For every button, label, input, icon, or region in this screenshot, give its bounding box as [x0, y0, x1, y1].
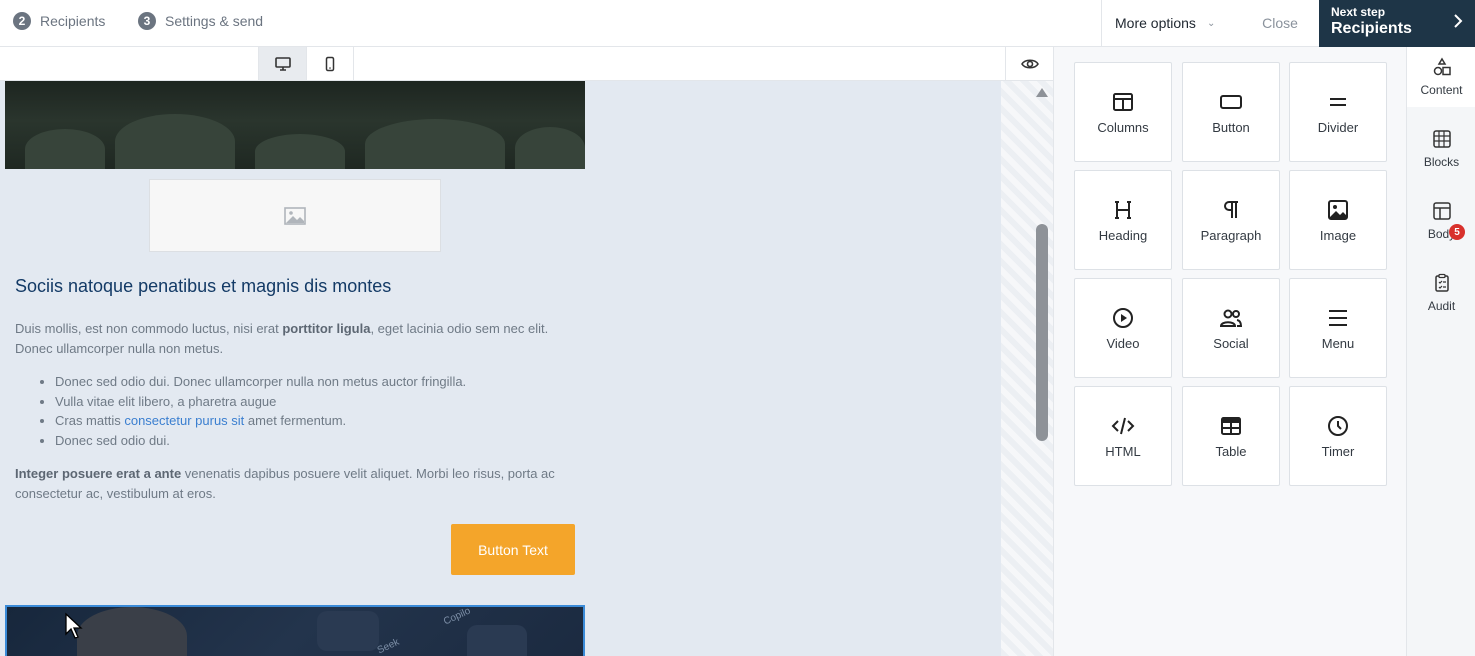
- paragraph-icon: [1224, 201, 1238, 218]
- more-options-dropdown[interactable]: More options ⌄: [1101, 0, 1241, 46]
- block-menu[interactable]: Menu: [1289, 278, 1387, 378]
- block-label: Social: [1213, 336, 1249, 351]
- block-label: Timer: [1321, 444, 1355, 459]
- image-placeholder[interactable]: [149, 179, 441, 252]
- image-tag: Copilo: [442, 605, 473, 628]
- step-settings-send[interactable]: 3 Settings & send: [138, 12, 263, 30]
- step-label: Recipients: [40, 13, 106, 29]
- top-bar: 2 Recipients 3 Settings & send More opti…: [0, 0, 1475, 47]
- table-icon: [1221, 417, 1241, 435]
- chevron-right-icon: [1454, 14, 1463, 28]
- image-icon: [284, 206, 306, 225]
- image-icon: [1328, 200, 1348, 220]
- preview-toolbar: [0, 47, 1053, 81]
- email-cta-button[interactable]: Button Text: [451, 524, 575, 575]
- mobile-view-button[interactable]: [306, 47, 354, 80]
- email-heading[interactable]: Sociis natoque penatibus et magnis dis m…: [15, 276, 575, 297]
- heading-icon: [1115, 201, 1131, 219]
- step-label: Settings & send: [165, 13, 264, 29]
- app-tile: [467, 625, 527, 656]
- mouse-cursor-icon: [65, 612, 83, 639]
- block-video[interactable]: Video: [1074, 278, 1172, 378]
- block-html[interactable]: HTML: [1074, 386, 1172, 486]
- audit-count-badge: 5: [1449, 224, 1465, 240]
- block-label: Menu: [1321, 336, 1355, 351]
- nav-audit[interactable]: Audit: [1407, 263, 1475, 323]
- content-blocks-panel: Columns Button Divider Heading Paragraph…: [1053, 47, 1406, 656]
- list-item: Donec sed odio dui. Donec ullamcorper nu…: [55, 372, 575, 392]
- block-columns[interactable]: Columns: [1074, 62, 1172, 162]
- list-item: Vulla vitae elit libero, a pharetra augu…: [55, 392, 575, 412]
- list-item-text: Cras mattis: [55, 413, 125, 429]
- block-label: Button: [1212, 120, 1250, 135]
- image-tag: Seek: [375, 636, 402, 656]
- block-label: Paragraph: [1200, 228, 1262, 243]
- scrollbar-thumb[interactable]: [1036, 224, 1048, 441]
- editor-side-nav: Content Blocks Body Audit: [1406, 47, 1475, 656]
- block-table[interactable]: Table: [1182, 386, 1280, 486]
- video-icon: [1113, 308, 1133, 328]
- block-label: Heading: [1098, 228, 1148, 243]
- desktop-view-button[interactable]: [258, 47, 306, 80]
- step-number: 2: [13, 12, 31, 30]
- list-item-link[interactable]: consectetur purus sit: [124, 413, 244, 428]
- list-item: Cras mattis consectetur purus sit amet f…: [55, 411, 575, 431]
- block-timer[interactable]: Timer: [1289, 386, 1387, 486]
- nav-body[interactable]: Body: [1407, 191, 1475, 251]
- block-social[interactable]: Social: [1182, 278, 1280, 378]
- block-label: Image: [1319, 228, 1357, 243]
- email-bullet-list[interactable]: Donec sed odio dui. Donec ullamcorper nu…: [55, 372, 575, 451]
- email-paragraph-2[interactable]: Integer posuere erat a ante venenatis da…: [15, 464, 575, 504]
- para-bold-text: Integer posuere erat a ante: [15, 466, 182, 481]
- divider-icon: [1330, 98, 1346, 106]
- mobile-icon: [325, 56, 335, 71]
- preview-button[interactable]: [1005, 47, 1053, 80]
- html-icon: [1111, 417, 1135, 435]
- blocks-grid-icon: [1432, 130, 1451, 148]
- nav-label: Audit: [1427, 299, 1456, 313]
- nav-blocks[interactable]: Blocks: [1407, 119, 1475, 179]
- block-heading[interactable]: Heading: [1074, 170, 1172, 270]
- block-label: Columns: [1097, 120, 1149, 135]
- button-icon: [1220, 95, 1242, 109]
- nav-label: Content: [1420, 83, 1463, 97]
- menu-icon: [1329, 310, 1347, 326]
- desktop-icon: [274, 56, 291, 71]
- block-divider[interactable]: Divider: [1289, 62, 1387, 162]
- selected-image-block[interactable]: Seek Copilo: [5, 605, 585, 656]
- block-label: Video: [1106, 336, 1140, 351]
- shapes-icon: [1433, 57, 1451, 76]
- step-recipients[interactable]: 2 Recipients: [13, 12, 105, 30]
- list-item-text: amet fermentum.: [244, 413, 347, 429]
- block-paragraph[interactable]: Paragraph: [1182, 170, 1280, 270]
- block-label: Divider: [1317, 120, 1359, 135]
- app-tile: [317, 611, 379, 651]
- more-options-label: More options: [1115, 15, 1196, 31]
- person-photo: [77, 607, 187, 656]
- nav-content[interactable]: Content: [1407, 47, 1475, 107]
- para-text: Duis mollis, est non commodo luctus, nis…: [15, 321, 283, 336]
- hero-forest-image[interactable]: [5, 81, 585, 169]
- block-image[interactable]: Image: [1289, 170, 1387, 270]
- list-item: Donec sed odio dui.: [55, 431, 575, 451]
- eye-icon: [1020, 58, 1039, 69]
- columns-icon: [1113, 93, 1133, 111]
- close-button[interactable]: Close: [1241, 0, 1319, 46]
- block-button[interactable]: Button: [1182, 62, 1280, 162]
- block-label: HTML: [1105, 444, 1141, 459]
- nav-label: Blocks: [1423, 155, 1460, 169]
- block-label: Table: [1215, 444, 1247, 459]
- step-number: 3: [138, 12, 156, 30]
- next-step-button[interactable]: Next step Recipients: [1319, 0, 1475, 47]
- scroll-up-arrow-icon[interactable]: [1036, 88, 1048, 97]
- clipboard-check-icon: [1434, 273, 1449, 292]
- email-paragraph-1[interactable]: Duis mollis, est non commodo luctus, nis…: [15, 319, 575, 359]
- email-canvas[interactable]: Sociis natoque penatibus et magnis dis m…: [0, 81, 1001, 656]
- chevron-down-icon: ⌄: [1206, 17, 1216, 29]
- social-icon: [1219, 309, 1243, 327]
- timer-icon: [1328, 416, 1348, 436]
- para-bold-text: porttitor ligula: [282, 321, 371, 336]
- layout-icon: [1432, 202, 1451, 220]
